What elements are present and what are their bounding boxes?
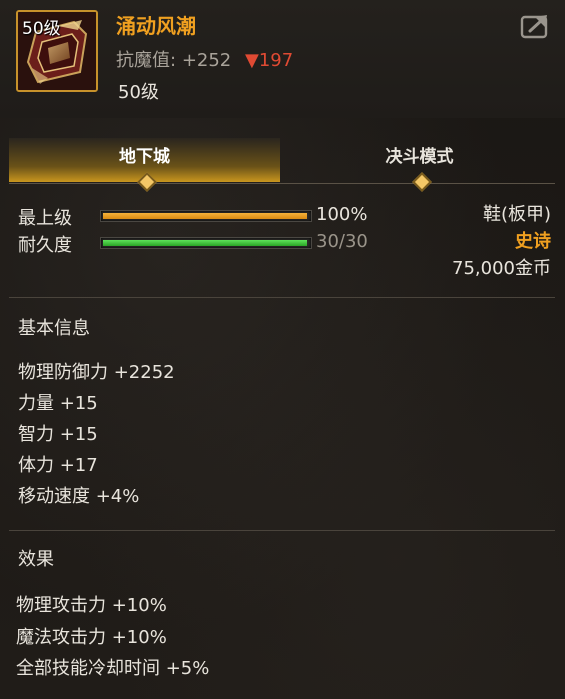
effect-item: 全部技能冷却时间 +5% <box>16 658 210 679</box>
durability-value: 30/30 <box>316 231 368 252</box>
item-level-badge: 50级 <box>22 19 61 39</box>
tab-dungeon-label: 地下城 <box>119 147 170 167</box>
item-icon-frame[interactable]: 50级 <box>16 10 98 92</box>
tab-duel-mode[interactable]: 决斗模式 <box>284 138 555 192</box>
resist-down-value: ▼197 <box>245 50 294 71</box>
mode-tabs: 地下城 决斗模式 <box>9 138 555 192</box>
share-button[interactable] <box>520 12 552 40</box>
max-level-bar <box>100 210 312 222</box>
item-meta: 鞋(板甲) 史诗 75,000金币 <box>452 201 551 282</box>
stat-item: 智力 +15 <box>18 424 98 445</box>
item-price: 75,000金币 <box>452 258 551 279</box>
max-level-bar-fill <box>103 213 307 219</box>
durability-label: 耐久度 <box>18 235 72 256</box>
resist-label: 抗魔值: <box>116 50 177 71</box>
durability-bar <box>100 237 312 249</box>
basic-info-list: 物理防御力 +2252 力量 +15 智力 +15 体力 +17 移动速度 +4… <box>18 357 175 512</box>
stat-item: 体力 +17 <box>18 455 98 476</box>
stat-item: 力量 +15 <box>18 393 98 414</box>
effects-list: 物理攻击力 +10% 魔法攻击力 +10% 全部技能冷却时间 +5% <box>16 590 209 685</box>
tab-duel-mode-label: 决斗模式 <box>385 147 454 167</box>
divider <box>9 297 555 298</box>
max-level-value: 100% <box>316 204 368 225</box>
item-level-text: 50级 <box>118 82 159 103</box>
stat-item: 移动速度 +4% <box>18 486 140 507</box>
item-rarity: 史诗 <box>515 231 551 252</box>
resist-value: +252 <box>181 50 232 71</box>
tab-dungeon[interactable]: 地下城 <box>9 138 280 192</box>
share-icon <box>520 15 548 39</box>
item-name: 涌动风潮 <box>116 14 196 38</box>
stat-item: 物理防御力 +2252 <box>18 362 175 383</box>
effect-item: 魔法攻击力 +10% <box>16 626 167 648</box>
basic-info-title: 基本信息 <box>18 318 90 339</box>
divider <box>9 530 555 531</box>
effect-item: 物理攻击力 +10% <box>16 595 167 616</box>
item-header: 50级 涌动风潮 抗魔值: +252 ▼197 50级 <box>0 0 565 118</box>
resist-row: 抗魔值: +252 ▼197 <box>116 46 293 72</box>
max-level-label: 最上级 <box>18 208 72 229</box>
item-type: 鞋(板甲) <box>482 204 551 225</box>
effects-title: 效果 <box>18 549 54 570</box>
durability-bar-fill <box>103 240 307 246</box>
